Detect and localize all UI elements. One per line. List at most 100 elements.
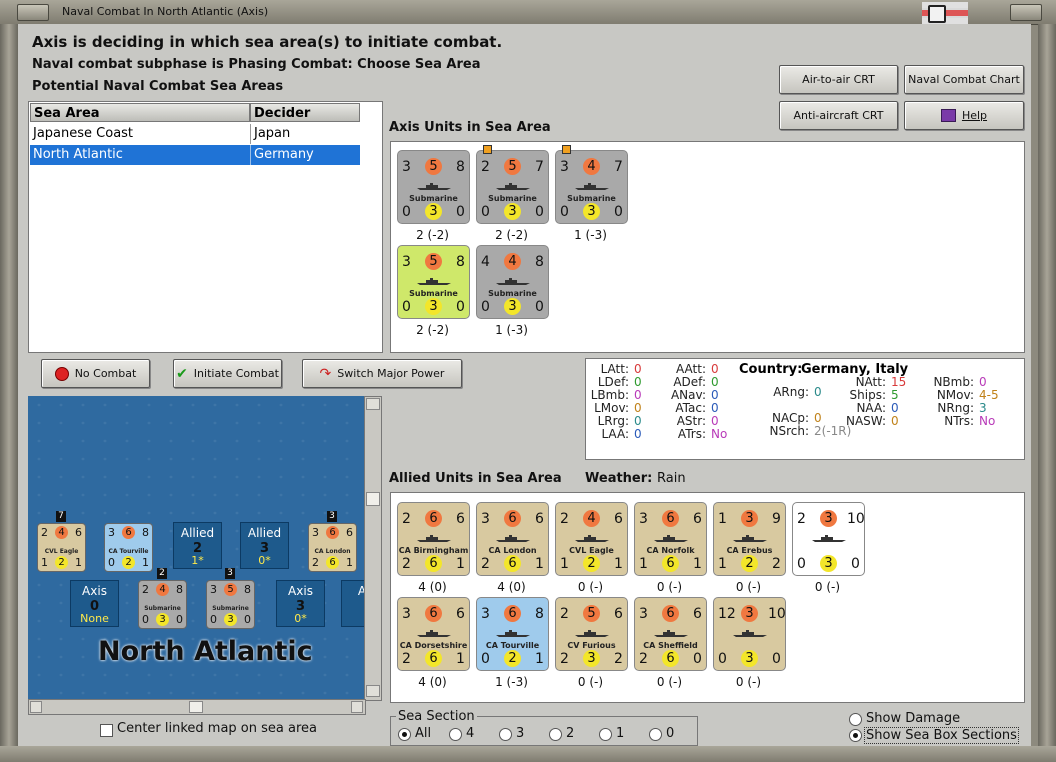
stat-value: 0 bbox=[634, 414, 642, 428]
unit-name: CA Tourville bbox=[108, 548, 149, 555]
defense-circle: 2 bbox=[55, 556, 68, 569]
unit-counter[interactable]: 3 6 6 CA Norfolk 1 6 1 bbox=[634, 502, 707, 576]
counter-value: 1 bbox=[614, 556, 623, 572]
sea-section-radio-1[interactable] bbox=[599, 728, 612, 741]
sea-area-map[interactable]: North Atlantic Allied 2 1* Allied 3 0* Axis 0 No… bbox=[28, 396, 364, 699]
counter-value: 0 bbox=[481, 204, 490, 220]
stat-value: 0 bbox=[711, 388, 719, 402]
stat-key: NACp: bbox=[771, 411, 809, 425]
counter-value: 0 bbox=[244, 613, 251, 626]
defense-circle: 3 bbox=[820, 555, 837, 572]
counter-value: 7 bbox=[614, 159, 623, 175]
unit-counter[interactable]: 2 5 6 CV Furious 2 3 2 bbox=[555, 597, 628, 671]
switch-major-power-button[interactable]: ↷ Switch Major Power bbox=[302, 359, 462, 388]
unit-counter[interactable]: 3 6 6 CA London 2 6 1 bbox=[476, 502, 549, 576]
map-unit-counter[interactable]: 2 4 6 CVL Eagle 1 2 1 bbox=[37, 523, 86, 572]
window-title: Naval Combat In North Atlantic (Axis) bbox=[62, 5, 269, 18]
unit-counter[interactable]: 2 6 6 CA Birmingham 2 6 1 bbox=[397, 502, 470, 576]
counter-value: 0 bbox=[535, 204, 544, 220]
stack-count-badge: 3 bbox=[327, 511, 337, 522]
table-row[interactable]: Japanese Coast Japan bbox=[30, 124, 360, 144]
sea-box-allied[interactable]: Allied 3 0* bbox=[240, 522, 289, 569]
map-unit-counter[interactable]: 3 6 8 CA Tourville 0 2 1 bbox=[104, 523, 153, 572]
stat-key: ANav: bbox=[670, 388, 706, 402]
stat-value: 15 bbox=[891, 375, 907, 389]
stat-key: LBmb: bbox=[590, 388, 629, 402]
counter-value: 3 bbox=[210, 583, 217, 596]
counter-value: 10 bbox=[768, 606, 786, 622]
defense-circle: 3 bbox=[425, 298, 442, 315]
system-menu-button[interactable] bbox=[17, 4, 49, 21]
title-bar[interactable]: Naval Combat In North Atlantic (Axis) bbox=[0, 0, 1056, 25]
no-combat-button[interactable]: No Combat bbox=[41, 359, 150, 388]
sea-section-radio-all[interactable] bbox=[398, 728, 411, 741]
naval-combat-chart-button[interactable]: Naval Combat Chart bbox=[904, 65, 1024, 94]
show-damage-radio[interactable] bbox=[849, 713, 862, 726]
sea-section-group: Sea Section All 4 3 2 1 0 bbox=[390, 709, 698, 746]
no-entry-icon bbox=[54, 366, 69, 381]
unit-name: CA Norfolk bbox=[646, 546, 695, 555]
unit-counter[interactable]: 2 5 7 Submarine 0 3 0 bbox=[476, 145, 549, 224]
stat-value: 0 bbox=[711, 375, 719, 389]
stat-key: Ships: bbox=[849, 388, 886, 402]
sea-section-radio-3[interactable] bbox=[499, 728, 512, 741]
table-row-selected[interactable]: North Atlantic Germany bbox=[30, 145, 360, 165]
counter-value: 8 bbox=[244, 583, 251, 596]
sea-box-axis[interactable]: Axis 3 0* bbox=[276, 580, 325, 627]
sea-section-radio-0[interactable] bbox=[649, 728, 662, 741]
unit-caption: 2 (-2) bbox=[495, 228, 528, 242]
map-unit-counter[interactable]: 2 4 8 Submarine 0 3 0 bbox=[138, 580, 187, 629]
unit-counter[interactable]: 3 6 6 CA Sheffield 2 6 0 bbox=[634, 597, 707, 671]
stat-key: AAtt: bbox=[676, 362, 706, 376]
counter-value: 2 bbox=[560, 651, 569, 667]
unit-name: CA Erebus bbox=[726, 546, 773, 555]
attack-circle: 5 bbox=[583, 605, 600, 622]
unit-counter[interactable]: 1 3 9 CA Erebus 1 2 2 bbox=[713, 502, 786, 576]
air-to-air-crt-button[interactable]: Air-to-air CRT bbox=[779, 65, 898, 94]
help-button[interactable]: Help bbox=[904, 101, 1024, 130]
country-value: Germany, Italy bbox=[801, 362, 909, 377]
unit-counter[interactable]: 3 4 7 Submarine 0 3 0 bbox=[555, 145, 628, 224]
anti-aircraft-crt-button[interactable]: Anti-aircraft CRT bbox=[779, 101, 898, 130]
unit-name: CA Sheffield bbox=[643, 641, 698, 650]
initiate-combat-button[interactable]: ✔ Initiate Combat bbox=[173, 359, 282, 388]
unit-counter[interactable]: 4 4 8 Submarine 0 3 0 bbox=[476, 245, 549, 319]
unit-name: Submarine bbox=[144, 605, 181, 612]
sea-box-title: Ax bbox=[357, 584, 364, 598]
stat-value: 0 bbox=[891, 401, 899, 415]
bottom-border bbox=[0, 746, 1056, 762]
unit-counter[interactable]: 3 6 8 CA Tourville 0 2 1 bbox=[476, 597, 549, 671]
sea-box-ax[interactable]: Ax bbox=[341, 580, 364, 627]
counter-value: 0 bbox=[797, 556, 806, 572]
allied-units-label: Allied Units in Sea Area bbox=[389, 471, 562, 486]
defense-circle: 2 bbox=[741, 555, 758, 572]
unit-counter[interactable]: 3 5 8 Submarine 0 3 0 bbox=[397, 150, 470, 224]
sea-box-allied[interactable]: Allied 2 1* bbox=[173, 522, 222, 569]
sea-box-axis[interactable]: Axis 0 None bbox=[70, 580, 119, 627]
unit-counter[interactable]: 12 3 10 0 3 0 bbox=[713, 597, 786, 671]
map-vertical-scrollbar[interactable] bbox=[364, 396, 382, 701]
attack-circle: 4 bbox=[156, 583, 169, 596]
unit-counter[interactable]: 3 5 8 Submarine 0 3 0 bbox=[397, 245, 470, 319]
counter-value: 3 bbox=[560, 159, 569, 175]
counter-value: 1 bbox=[142, 556, 149, 569]
map-unit-counter[interactable]: 3 5 8 Submarine 0 3 0 bbox=[206, 580, 255, 629]
stack-count-badge: 7 bbox=[56, 511, 66, 522]
unit-counter[interactable]: 3 6 6 CA Dorsetshire 2 6 1 bbox=[397, 597, 470, 671]
close-button[interactable] bbox=[1010, 4, 1042, 21]
center-map-checkbox[interactable] bbox=[100, 724, 113, 737]
column-header-decider[interactable]: Decider bbox=[250, 103, 360, 122]
counter-value: 1 bbox=[41, 556, 48, 569]
show-sea-box-sections-radio[interactable] bbox=[849, 729, 862, 742]
sea-section-radio-2[interactable] bbox=[549, 728, 562, 741]
unit-counter[interactable]: 2 4 6 CVL Eagle 1 2 1 bbox=[555, 502, 628, 576]
unit-name: CA London bbox=[314, 548, 351, 555]
unit-name: Submarine bbox=[212, 605, 249, 612]
column-header-sea-area[interactable]: Sea Area bbox=[30, 103, 250, 122]
sea-section-radio-4[interactable] bbox=[449, 728, 462, 741]
map-horizontal-scrollbar[interactable] bbox=[28, 699, 366, 715]
unit-counter[interactable]: 2 3 10 0 3 0 bbox=[792, 502, 865, 576]
stat-value: No bbox=[979, 414, 996, 428]
map-unit-counter[interactable]: 3 6 6 CA London 2 6 1 bbox=[308, 523, 357, 572]
ship-icon bbox=[495, 528, 531, 542]
